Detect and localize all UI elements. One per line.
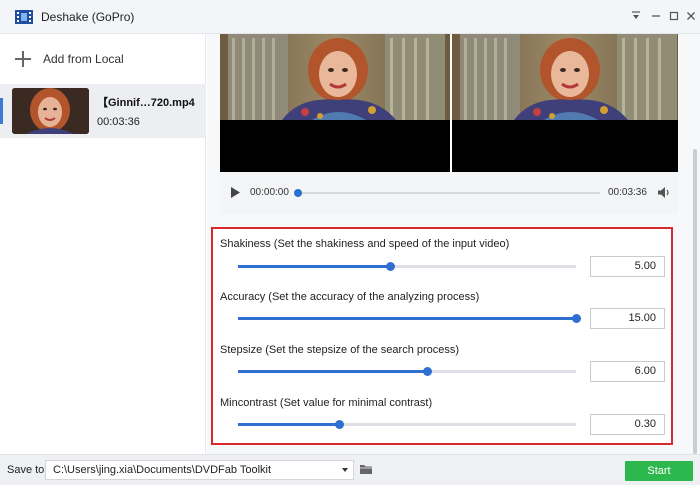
folder-icon[interactable] [359,463,373,475]
maximize-icon[interactable] [666,8,682,24]
slider-handle[interactable] [572,314,581,323]
plus-icon [15,51,31,67]
preview-settings-panel: 00:00:00 00:03:36 Shakiness (Set the sha… [207,34,700,454]
total-time: 00:03:36 [608,187,647,198]
bottom-bar: Save to: C:\Users\jing.xia\Documents\DVD… [0,454,700,485]
save-path-dropdown[interactable]: C:\Users\jing.xia\Documents\DVDFab Toolk… [45,460,354,480]
shakiness-slider[interactable] [238,262,576,271]
slider-handle[interactable] [335,420,345,429]
file-list-panel: Add from Local 【Ginnif…720.mp4 00:03:36 [0,34,206,454]
title-bar: Deshake (GoPro) [0,0,700,34]
chevron-down-icon [342,468,348,472]
scrollbar-thumb[interactable] [693,149,697,454]
progress-handle[interactable] [294,189,302,197]
original-video-frame [220,34,450,120]
param-label-stepsize: Stepsize (Set the stepsize of the search… [220,344,460,356]
slider-fill [238,370,428,373]
stepsize-slider[interactable] [238,367,576,376]
menu-dropdown-icon[interactable] [628,8,644,24]
file-name: 【Ginnif…720.mp4 [97,97,195,109]
close-icon[interactable] [683,8,699,24]
player-controls: 00:00:00 00:03:36 [220,172,678,214]
start-button[interactable]: Start [625,461,693,481]
play-icon[interactable] [229,186,241,199]
shakiness-value-input[interactable]: 5.00 [590,256,665,277]
volume-icon[interactable] [657,186,671,199]
progress-bar[interactable] [298,192,600,194]
slider-handle[interactable] [423,367,433,376]
param-label-shakiness: Shakiness (Set the shakiness and speed o… [220,238,510,250]
video-thumbnail [12,88,89,134]
save-path-value: C:\Users\jing.xia\Documents\DVDFab Toolk… [53,464,272,476]
deshaked-video-frame [452,34,678,120]
add-from-local-button[interactable]: Add from Local [10,48,124,70]
slider-handle[interactable] [386,262,396,271]
minimize-icon[interactable] [648,8,664,24]
save-to-label: Save to: [7,464,48,476]
selection-indicator [0,98,3,124]
add-from-local-label: Add from Local [43,52,124,66]
film-icon [15,9,33,25]
slider-fill [238,423,340,426]
file-duration: 00:03:36 [97,116,140,128]
slider-fill [238,265,391,268]
video-preview [220,34,678,172]
current-time: 00:00:00 [250,187,289,198]
mincontrast-slider[interactable] [238,420,576,429]
stepsize-value-input[interactable]: 6.00 [590,361,665,382]
slider-fill [238,317,576,320]
file-list-item[interactable]: 【Ginnif…720.mp4 00:03:36 [0,84,206,138]
window-title: Deshake (GoPro) [41,10,135,24]
accuracy-value-input[interactable]: 15.00 [590,308,665,329]
param-label-accuracy: Accuracy (Set the accuracy of the analyz… [220,291,480,303]
deshake-parameters: Shakiness (Set the shakiness and speed o… [211,227,673,445]
accuracy-slider[interactable] [238,314,581,323]
param-label-mincontrast: Mincontrast (Set value for minimal contr… [220,397,433,409]
mincontrast-value-input[interactable]: 0.30 [590,414,665,435]
